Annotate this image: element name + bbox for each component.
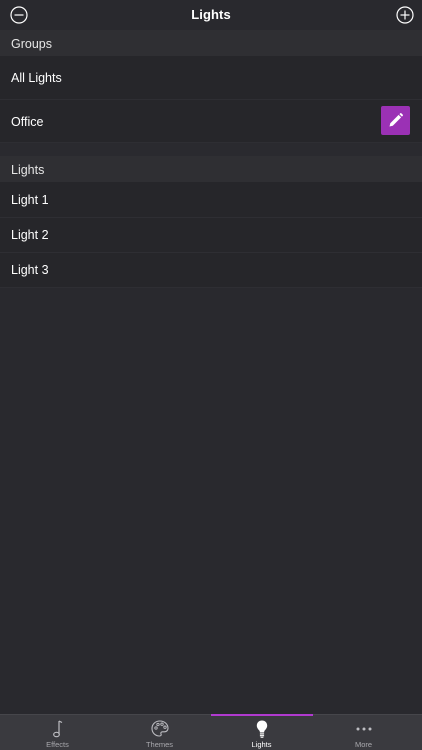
group-row-all-lights[interactable]: All Lights — [0, 56, 422, 100]
section-gap — [0, 143, 422, 156]
more-dots-icon — [356, 727, 371, 731]
tab-label: Lights — [251, 740, 272, 749]
app-root: Lights Groups All Lights Office Lights L… — [0, 0, 422, 750]
tab-bar: Effects Themes Lights More — [0, 714, 422, 750]
plus-circle-icon — [396, 6, 414, 24]
tab-label: Themes — [145, 740, 174, 749]
section-header-lights: Lights — [0, 156, 422, 182]
tab-themes[interactable]: Themes — [107, 715, 212, 750]
tab-icon-wrap — [311, 719, 416, 739]
tab-label: More — [354, 740, 373, 749]
tab-icon-wrap — [209, 719, 314, 739]
row-label: Light 3 — [11, 263, 49, 277]
row-label: Office — [11, 115, 44, 129]
lightbulb-icon — [256, 720, 267, 738]
edit-group-button[interactable] — [381, 106, 410, 135]
group-row-office[interactable]: Office — [0, 100, 422, 143]
page-title: Lights — [191, 7, 231, 22]
active-tab-indicator — [211, 714, 313, 716]
pencil-icon — [389, 113, 403, 127]
music-note-icon — [52, 720, 62, 738]
tab-lights[interactable]: Lights — [209, 715, 314, 750]
light-row[interactable]: Light 2 — [0, 218, 422, 253]
row-label: All Lights — [11, 71, 62, 85]
light-row[interactable]: Light 3 — [0, 253, 422, 288]
row-label: Light 1 — [11, 193, 49, 207]
add-button[interactable] — [396, 6, 414, 24]
tab-icon-wrap — [5, 719, 110, 739]
section-header-label: Groups — [11, 37, 52, 51]
navbar: Lights — [0, 0, 422, 30]
light-row[interactable]: Light 1 — [0, 182, 422, 218]
section-header-groups: Groups — [0, 30, 422, 56]
palette-icon — [150, 720, 169, 737]
tab-icon-wrap — [107, 719, 212, 739]
tab-effects[interactable]: Effects — [5, 715, 110, 750]
tab-more[interactable]: More — [311, 715, 416, 750]
row-label: Light 2 — [11, 228, 49, 242]
tab-label: Effects — [46, 740, 69, 749]
section-header-label: Lights — [11, 163, 45, 177]
